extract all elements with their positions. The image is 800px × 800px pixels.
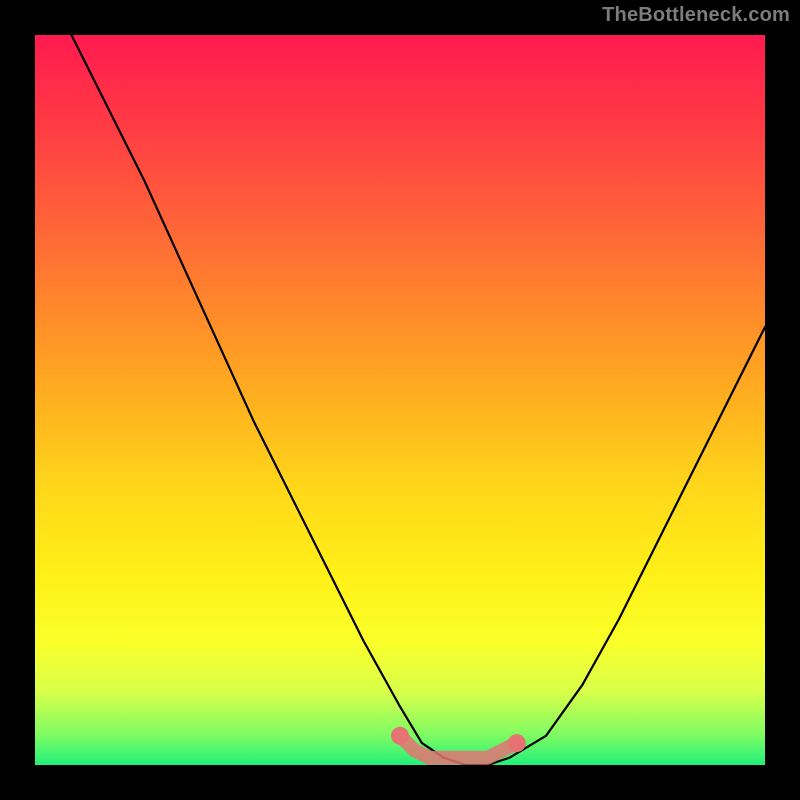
watermark-label: TheBottleneck.com <box>602 4 790 27</box>
optimal-band-path <box>400 736 517 758</box>
curve-path <box>72 35 766 765</box>
optimal-band-endpoint <box>508 734 526 752</box>
optimal-band-endpoint <box>391 727 409 745</box>
plot-area <box>35 35 765 765</box>
bottleneck-curve <box>35 35 765 765</box>
chart-frame: TheBottleneck.com <box>0 0 800 800</box>
